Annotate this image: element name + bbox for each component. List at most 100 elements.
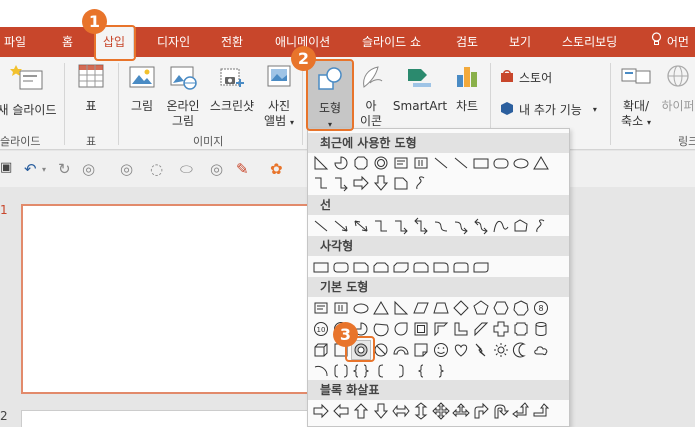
tab-home[interactable]: 홈 (62, 27, 73, 57)
tab-file[interactable]: 파일 (4, 27, 26, 57)
shape-vertical-textbox[interactable] (332, 299, 350, 317)
tab-slideshow[interactable]: 슬라이드 쇼 (362, 27, 421, 57)
shape-moon[interactable] (512, 341, 530, 359)
shape-tool-icon[interactable]: ◎ (82, 160, 95, 178)
shape-left-arrow[interactable] (332, 402, 350, 420)
shape-line[interactable] (432, 154, 450, 172)
palette-icon[interactable]: ✿ (270, 160, 283, 178)
shape-snip-diagonal[interactable] (392, 258, 410, 276)
shape-left-right-arrow[interactable] (392, 402, 410, 420)
shape-arrow-line[interactable] (332, 217, 350, 235)
save-icon[interactable]: ▣ (0, 160, 12, 175)
shape-line[interactable] (452, 154, 470, 172)
shape-round-single[interactable] (432, 258, 450, 276)
shape-double-bracket[interactable] (332, 362, 350, 380)
shape-pie[interactable] (332, 154, 350, 172)
shape-octagon[interactable] (352, 154, 370, 172)
shape-oval[interactable] (352, 299, 370, 317)
shape-rectangle[interactable] (472, 154, 490, 172)
zoom-button[interactable]: 확대/ 축소 ▾ (614, 63, 658, 130)
shape-cube[interactable] (312, 341, 330, 359)
shape-right-triangle[interactable] (392, 299, 410, 317)
undo-icon[interactable]: ↶ (24, 160, 37, 178)
my-addins-button[interactable]: 내 추가 기능 ▾ (500, 101, 597, 118)
photo-album-button[interactable]: 사진 앨범 ▾ (259, 63, 299, 130)
tab-storyboarding[interactable]: 스토리보딩 (562, 27, 617, 57)
shape-heptagon[interactable] (512, 299, 530, 317)
shape-bent-arrow[interactable] (472, 402, 490, 420)
shape-diagonal-stripe[interactable] (472, 320, 490, 338)
shape-teardrop[interactable] (392, 320, 410, 338)
shape-elbow-connector[interactable] (312, 174, 330, 192)
tell-me[interactable]: 어먼 (651, 27, 689, 57)
tab-review[interactable]: 검토 (456, 27, 478, 57)
shape-rounded-rectangle[interactable] (332, 258, 350, 276)
shape-half-frame[interactable] (432, 320, 450, 338)
shape-right-bracket[interactable] (392, 362, 410, 380)
shape-elbow-double-arrow[interactable] (412, 217, 430, 235)
shape-octagon[interactable]: 8 (532, 299, 550, 317)
tab-view[interactable]: 보기 (509, 27, 531, 57)
shape-freeform[interactable] (412, 174, 430, 192)
shape-bent-up-arrow[interactable] (532, 402, 550, 420)
shape-curved-arrow[interactable] (452, 217, 470, 235)
shape-decagon[interactable]: 10 (312, 320, 330, 338)
shape-rectangle[interactable] (312, 258, 330, 276)
shape-l-shape[interactable] (452, 320, 470, 338)
shape-chord[interactable] (372, 320, 390, 338)
shape-left-brace[interactable] (412, 362, 430, 380)
shape-textbox[interactable] (392, 154, 410, 172)
hyperlink-button[interactable]: 하이퍼 (658, 63, 695, 114)
shape-snip-rectangle[interactable] (352, 258, 370, 276)
shape-smiley[interactable] (432, 341, 450, 359)
slide-thumbnail-2[interactable] (21, 410, 321, 427)
shape-snip-rectangle[interactable] (392, 174, 410, 192)
shape-hexagon[interactable] (492, 299, 510, 317)
shape-donut[interactable] (372, 154, 390, 172)
shape-double-brace[interactable] (352, 362, 370, 380)
shape-left-bracket[interactable] (372, 362, 390, 380)
shape-quad-arrow[interactable] (432, 402, 450, 420)
shape-left-up-arrow[interactable] (512, 402, 530, 420)
shape-plaque[interactable] (512, 320, 530, 338)
shape-frame[interactable] (412, 320, 430, 338)
shape-tool-icon[interactable]: ◎ (120, 160, 133, 178)
shape-double-arrow-line[interactable] (352, 217, 370, 235)
shape-diamond[interactable] (452, 299, 470, 317)
shape-left-right-up-arrow[interactable] (452, 402, 470, 420)
shape-rounded-rectangle[interactable] (492, 154, 510, 172)
shape-heart[interactable] (452, 341, 470, 359)
shape-curve[interactable] (492, 217, 510, 235)
new-slide-button[interactable]: 새 슬라이드 (0, 63, 60, 118)
screenshot-button[interactable]: 스크린샷 (205, 63, 259, 114)
shape-folded-corner[interactable] (412, 341, 430, 359)
shape-tool-icon[interactable]: ⬭ (180, 160, 193, 178)
shape-cross[interactable] (492, 320, 510, 338)
shape-can[interactable] (532, 320, 550, 338)
redo-icon[interactable]: ↻ (58, 160, 71, 178)
shape-triangle[interactable] (372, 299, 390, 317)
shape-parallelogram[interactable] (412, 299, 430, 317)
shape-curved-double-arrow[interactable] (472, 217, 490, 235)
shape-lightning[interactable] (472, 341, 490, 359)
online-picture-button[interactable]: 온라인 그림 (163, 63, 203, 129)
shape-right-arrow[interactable] (312, 402, 330, 420)
chart-button[interactable]: 차트 (450, 63, 484, 114)
pencil-icon[interactable]: ✎ (236, 160, 249, 178)
shape-elbow-connector[interactable] (372, 217, 390, 235)
chevron-down-icon[interactable]: ▾ (42, 165, 46, 174)
picture-button[interactable]: 그림 (124, 63, 160, 114)
shape-pentagon[interactable] (472, 299, 490, 317)
shape-right-triangle[interactable] (312, 154, 330, 172)
shape-snip-round[interactable] (412, 258, 430, 276)
shape-elbow-arrow[interactable] (392, 217, 410, 235)
shape-freeform[interactable] (512, 217, 530, 235)
slide-thumbnail-1[interactable] (21, 204, 321, 394)
table-button[interactable]: 표 (72, 63, 110, 114)
shape-oval[interactable] (512, 154, 530, 172)
tab-transitions[interactable]: 전환 (221, 27, 243, 57)
shape-round-same-side[interactable] (452, 258, 470, 276)
shape-u-turn-arrow[interactable] (492, 402, 510, 420)
shape-up-arrow[interactable] (352, 402, 370, 420)
shape-textbox[interactable] (312, 299, 330, 317)
